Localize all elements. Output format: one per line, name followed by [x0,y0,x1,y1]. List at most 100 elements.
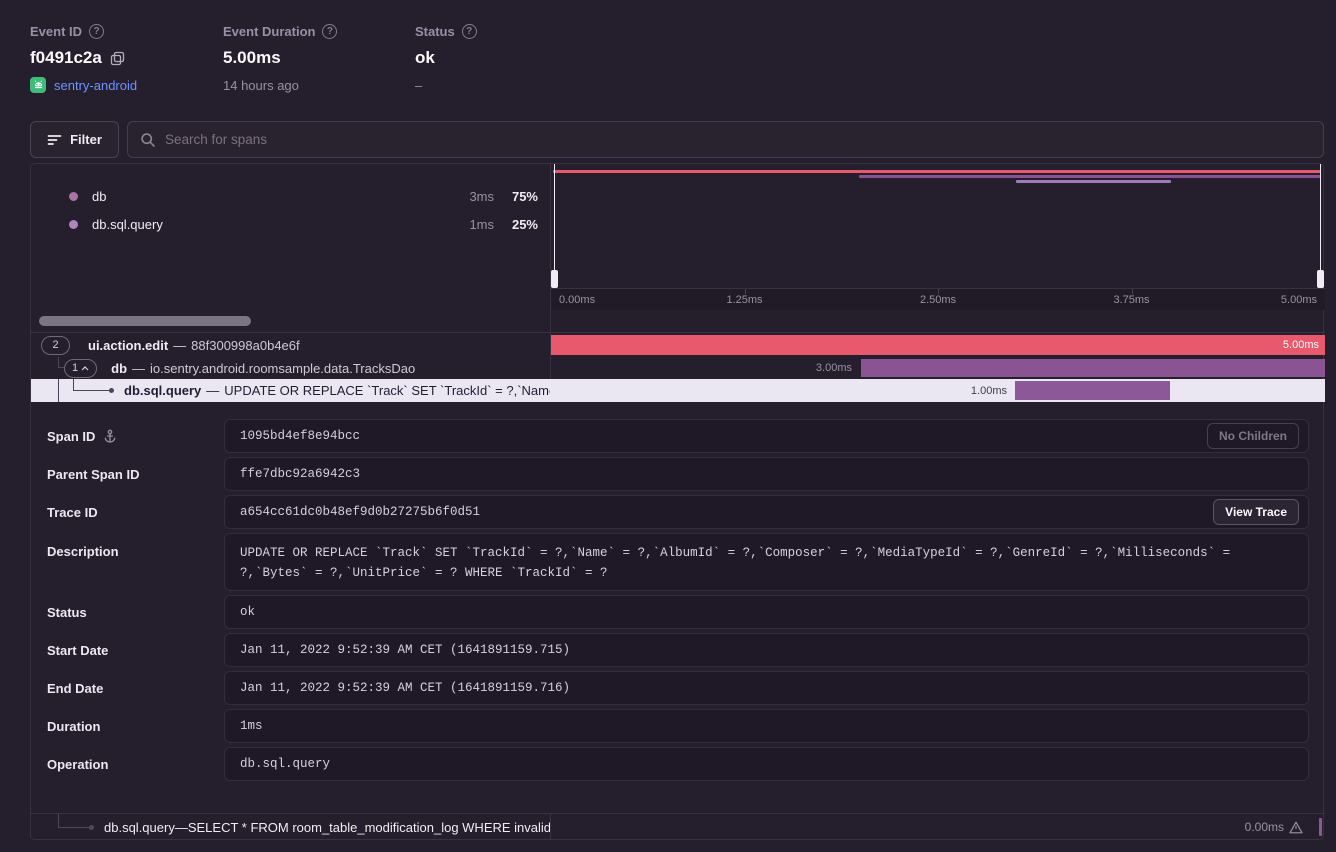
span-duration: 5.00ms [1283,339,1319,351]
op-percentage: 25% [494,217,538,232]
help-icon[interactable] [462,24,477,39]
detail-row-status: Status ok [31,595,1325,629]
span-op: ui.action.edit [88,338,168,353]
minimap-right-handle[interactable] [1317,164,1324,288]
detail-label: Duration [47,719,100,734]
time-axis: 0.00ms 1.25ms 2.50ms 3.75ms 5.00ms [550,288,1325,310]
span-row-ui-action-edit[interactable]: 2 ui.action.edit — 88f300998a0b4e6f 5.00… [31,333,1325,357]
axis-label-3: 3.75ms [1113,294,1149,306]
no-children-button[interactable]: No Children [1207,423,1299,449]
warning-icon [1289,821,1303,834]
minimap-left-handle[interactable] [551,164,558,288]
tree-connector [58,379,59,402]
detail-row-operation: Operation db.sql.query [31,747,1325,781]
span-description: io.sentry.android.roomsample.data.Tracks… [150,361,415,376]
trace-minimap[interactable] [550,164,1325,288]
op-percentage: 75% [494,189,538,204]
detail-row-span-id: Span ID 1095bd4ef8e94bcc No Children [31,419,1325,453]
span-op: db.sql.query [124,383,201,398]
status-value: ok [415,48,435,68]
tree-connector [58,814,59,827]
detail-value-parent-span-id: ffe7dbc92a6942c3 [224,457,1309,491]
span-duration: 1.00ms [971,385,1007,397]
tree-connector [58,367,64,368]
collapse-badge[interactable]: 1 [64,359,97,378]
event-id-value: f0491c2a [30,48,102,68]
children-count-badge[interactable]: 2 [41,336,70,355]
parent-span-id-value: ffe7dbc92a6942c3 [240,467,360,481]
view-trace-button[interactable]: View Trace [1213,499,1299,525]
description-value: UPDATE OR REPLACE `Track` SET `TrackId` … [240,543,1293,583]
span-duration: 3.00ms [816,362,852,374]
android-project-icon [30,77,46,93]
chevron-up-icon [81,366,89,371]
op-name: db.sql.query [92,217,448,232]
minimap-span-db-sql-query [1016,180,1171,183]
span-bar [1015,381,1170,400]
event-duration-value: 5.00ms [223,48,281,68]
tree-connector-dot [109,388,114,393]
detail-label: Parent Span ID [47,467,139,482]
trace-id-value: a654cc61dc0b48ef9d0b27275b6f0d51 [240,505,480,519]
status-detail-value: ok [240,605,255,619]
event-id-block: Event ID f0491c2a sentry-android [30,24,137,93]
anchor-icon[interactable] [103,429,117,443]
span-search [127,121,1324,158]
tree-connector [58,827,90,828]
tree-scroll-row [31,310,1325,333]
filter-button[interactable]: Filter [30,121,119,158]
span-description: UPDATE OR REPLACE `Track` SET `TrackId` … [224,383,550,398]
search-icon [140,132,156,148]
span-description: 88f300998a0b4e6f [191,338,299,353]
span-waterfall-panel: db 3ms 75% db.sql.query 1ms 25% 0.00ms 1… [30,163,1324,840]
status-sub: – [415,78,477,93]
span-description: SELECT * FROM room_table_modification_lo… [188,820,550,835]
horizontal-scrollbar[interactable] [39,316,251,326]
op-color-dot [69,220,78,229]
span-op: db.sql.query [104,820,175,835]
badge-count: 2 [52,339,58,351]
tree-connector [73,390,110,391]
ops-breakdown-item-db[interactable]: db 3ms 75% [31,184,550,208]
ops-breakdown-item-db-sql-query[interactable]: db.sql.query 1ms 25% [31,212,550,236]
op-duration: 3ms [448,189,494,204]
span-duration: 0.00ms [1245,820,1284,834]
tree-connector-dot [89,825,94,830]
separator: — [173,338,186,353]
copy-icon[interactable] [110,51,125,66]
help-icon[interactable] [322,24,337,39]
duration-value: 1ms [240,719,263,733]
axis-label-4: 5.00ms [1281,294,1317,306]
zero-duration-span-marker [1319,818,1322,836]
panel-divider [550,310,551,332]
detail-label: Description [47,544,119,559]
axis-label-0: 0.00ms [559,294,595,306]
detail-row-description: Description UPDATE OR REPLACE `Track` SE… [31,533,1325,591]
detail-value-operation: db.sql.query [224,747,1309,781]
detail-value-start-date: Jan 11, 2022 9:52:39 AM CET (1641891159.… [224,633,1309,667]
detail-value-description: UPDATE OR REPLACE `Track` SET `TrackId` … [224,533,1309,591]
detail-row-trace-id: Trace ID a654cc61dc0b48ef9d0b27275b6f0d5… [31,495,1325,529]
separator: — [175,820,188,835]
ops-breakdown: db 3ms 75% db.sql.query 1ms 25% [31,164,550,288]
event-id-label: Event ID [30,24,137,39]
detail-row-end-date: End Date Jan 11, 2022 9:52:39 AM CET (16… [31,671,1325,705]
span-id-value: 1095bd4ef8e94bcc [240,429,360,443]
panel-divider [550,814,551,840]
project-link[interactable]: sentry-android [54,78,137,93]
detail-label: End Date [47,681,103,696]
separator: — [206,383,219,398]
help-icon[interactable] [89,24,104,39]
filter-button-label: Filter [70,132,102,147]
search-input[interactable] [165,132,1311,147]
detail-value-end-date: Jan 11, 2022 9:52:39 AM CET (1641891159.… [224,671,1309,705]
span-row-db[interactable]: 1 db — io.sentry.android.roomsample.data… [31,357,1325,379]
op-duration: 1ms [448,217,494,232]
event-time-ago: 14 hours ago [223,78,337,93]
detail-label: Span ID [47,429,95,444]
badge-count: 1 [72,362,78,374]
span-row-db-sql-query-select[interactable]: db.sql.query — SELECT * FROM room_table_… [31,813,1325,840]
detail-row-duration: Duration 1ms [31,709,1325,743]
span-row-db-sql-query-selected[interactable]: db.sql.query — UPDATE OR REPLACE `Track`… [31,379,1325,402]
axis-label-1: 1.25ms [726,294,762,306]
